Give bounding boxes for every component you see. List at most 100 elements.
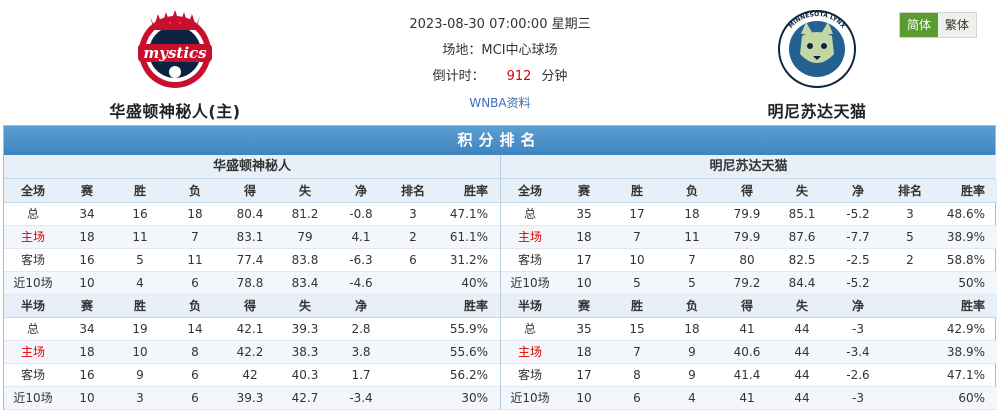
stat-cell: -0.8 bbox=[332, 202, 390, 226]
match-venue: 场地：MCI中心球场 bbox=[442, 43, 558, 58]
countdown-unit: 分钟 bbox=[541, 69, 568, 84]
standings-header-row: 全场赛胜负得失净排名 胜率 bbox=[4, 179, 500, 203]
column-header: 净 bbox=[332, 179, 390, 203]
stat-cell: 11 bbox=[112, 225, 168, 249]
stat-cell: -3 bbox=[829, 317, 887, 341]
stat-cell: 44 bbox=[775, 317, 829, 341]
stat-cell: 8 bbox=[609, 363, 665, 387]
row-label: 客场 bbox=[4, 363, 62, 387]
mystics-logo[interactable]: mystics bbox=[130, 6, 220, 92]
countdown: 倒计时： 912 分钟 bbox=[380, 64, 620, 90]
row-label: 近10场 bbox=[501, 386, 559, 410]
traditional-chinese-button[interactable]: 繁体 bbox=[938, 13, 977, 37]
column-header: 负 bbox=[168, 294, 222, 318]
home-team-name[interactable]: 华盛顿神秘人(主) bbox=[100, 98, 250, 122]
stat-cell: 39.3 bbox=[278, 317, 332, 341]
column-header: 胜率 bbox=[933, 294, 997, 318]
standings-row: 近10场 10 5 5 79.2 84.4 -5.2 50% bbox=[501, 271, 997, 295]
stat-cell: 8 bbox=[168, 340, 222, 364]
stat-cell: -2.5 bbox=[829, 248, 887, 272]
stat-cell: 7 bbox=[609, 225, 665, 249]
stat-cell: 47.1% bbox=[436, 202, 500, 226]
standings-row: 主场 18 11 7 83.1 79 4.1 2 61.1% bbox=[4, 225, 500, 249]
stat-cell: 6 bbox=[168, 386, 222, 410]
column-header: 净 bbox=[829, 179, 887, 203]
stat-cell: 9 bbox=[665, 363, 719, 387]
stat-cell: 18 bbox=[559, 225, 609, 249]
stat-cell: 42.2 bbox=[222, 340, 278, 364]
row-label: 近10场 bbox=[501, 271, 559, 295]
row-label: 主场 bbox=[4, 225, 62, 249]
stat-cell: 5 bbox=[609, 271, 665, 295]
stat-cell: 6 bbox=[390, 248, 436, 272]
lynx-logo[interactable]: MINNESOTA LYNX bbox=[772, 6, 862, 92]
column-header: 胜 bbox=[112, 179, 168, 203]
stat-cell: 44 bbox=[775, 363, 829, 387]
row-label: 总 bbox=[501, 317, 559, 341]
stat-cell: 79.9 bbox=[719, 202, 775, 226]
stat-cell: 5 bbox=[887, 225, 933, 249]
column-header: 胜率 bbox=[436, 294, 500, 318]
stat-cell: 16 bbox=[62, 248, 112, 272]
column-header: 负 bbox=[168, 179, 222, 203]
stat-cell: 18 bbox=[62, 225, 112, 249]
column-header: 全场 bbox=[501, 179, 559, 203]
stat-cell: 5 bbox=[112, 248, 168, 272]
standings-row: 主场 18 7 11 79.9 87.6 -7.7 5 38.9% bbox=[501, 225, 997, 249]
stat-cell: 1.7 bbox=[332, 363, 390, 387]
stat-cell bbox=[887, 317, 933, 341]
stat-cell: 3 bbox=[112, 386, 168, 410]
stat-cell: 47.1% bbox=[933, 363, 997, 387]
stat-cell bbox=[887, 363, 933, 387]
stat-cell: 2.8 bbox=[332, 317, 390, 341]
standings-team-name[interactable]: 明尼苏达天猫 bbox=[501, 155, 996, 179]
stat-cell: 18 bbox=[665, 202, 719, 226]
stat-cell: 10 bbox=[559, 271, 609, 295]
standings-row: 总 34 19 14 42.1 39.3 2.8 55.9% bbox=[4, 317, 500, 341]
stat-cell: 34 bbox=[62, 202, 112, 226]
stat-cell: 40.6 bbox=[719, 340, 775, 364]
stat-cell: 31.2% bbox=[436, 248, 500, 272]
standings-header-row: 半场赛胜负得失净 胜率 bbox=[501, 294, 997, 318]
stat-cell: 6 bbox=[168, 363, 222, 387]
stat-cell: 85.1 bbox=[775, 202, 829, 226]
simplified-chinese-button[interactable]: 简体 bbox=[900, 13, 939, 37]
stat-cell: 41.4 bbox=[719, 363, 775, 387]
away-team-name[interactable]: 明尼苏达天猫 bbox=[742, 98, 892, 122]
stat-cell: 79 bbox=[278, 225, 332, 249]
stat-cell: 7 bbox=[665, 248, 719, 272]
standings-header-row: 全场赛胜负得失净排名 胜率 bbox=[501, 179, 997, 203]
standings-team-name[interactable]: 华盛顿神秘人 bbox=[4, 155, 500, 179]
stat-cell: 42.7 bbox=[278, 386, 332, 410]
row-label: 主场 bbox=[501, 340, 559, 364]
stat-cell: 11 bbox=[168, 248, 222, 272]
stat-cell: -3.4 bbox=[332, 386, 390, 410]
stat-cell: 2 bbox=[390, 225, 436, 249]
league-info-link[interactable]: WNBA资料 bbox=[469, 96, 530, 110]
column-header: 胜 bbox=[112, 294, 168, 318]
column-header bbox=[390, 294, 436, 318]
stat-cell: 83.1 bbox=[222, 225, 278, 249]
stat-cell: 6 bbox=[609, 386, 665, 410]
row-label: 主场 bbox=[4, 340, 62, 364]
stat-cell: 18 bbox=[559, 340, 609, 364]
stat-cell: 55.6% bbox=[436, 340, 500, 364]
stat-cell: 18 bbox=[168, 202, 222, 226]
stat-cell: 56.2% bbox=[436, 363, 500, 387]
stat-cell: -3 bbox=[829, 386, 887, 410]
column-header: 胜率 bbox=[933, 179, 997, 203]
stat-cell: 44 bbox=[775, 340, 829, 364]
stat-cell: 42.1 bbox=[222, 317, 278, 341]
stat-cell: 39.3 bbox=[222, 386, 278, 410]
row-label: 客场 bbox=[4, 248, 62, 272]
stat-cell: 10 bbox=[609, 248, 665, 272]
column-header: 得 bbox=[719, 294, 775, 318]
stat-cell: 10 bbox=[559, 386, 609, 410]
stat-cell: 7 bbox=[609, 340, 665, 364]
row-label: 总 bbox=[501, 202, 559, 226]
standings-row: 客场 17 8 9 41.4 44 -2.6 47.1% bbox=[501, 363, 997, 387]
stat-cell: 40% bbox=[436, 271, 500, 295]
stat-cell: 40.3 bbox=[278, 363, 332, 387]
column-header: 负 bbox=[665, 179, 719, 203]
stat-cell: 83.8 bbox=[278, 248, 332, 272]
